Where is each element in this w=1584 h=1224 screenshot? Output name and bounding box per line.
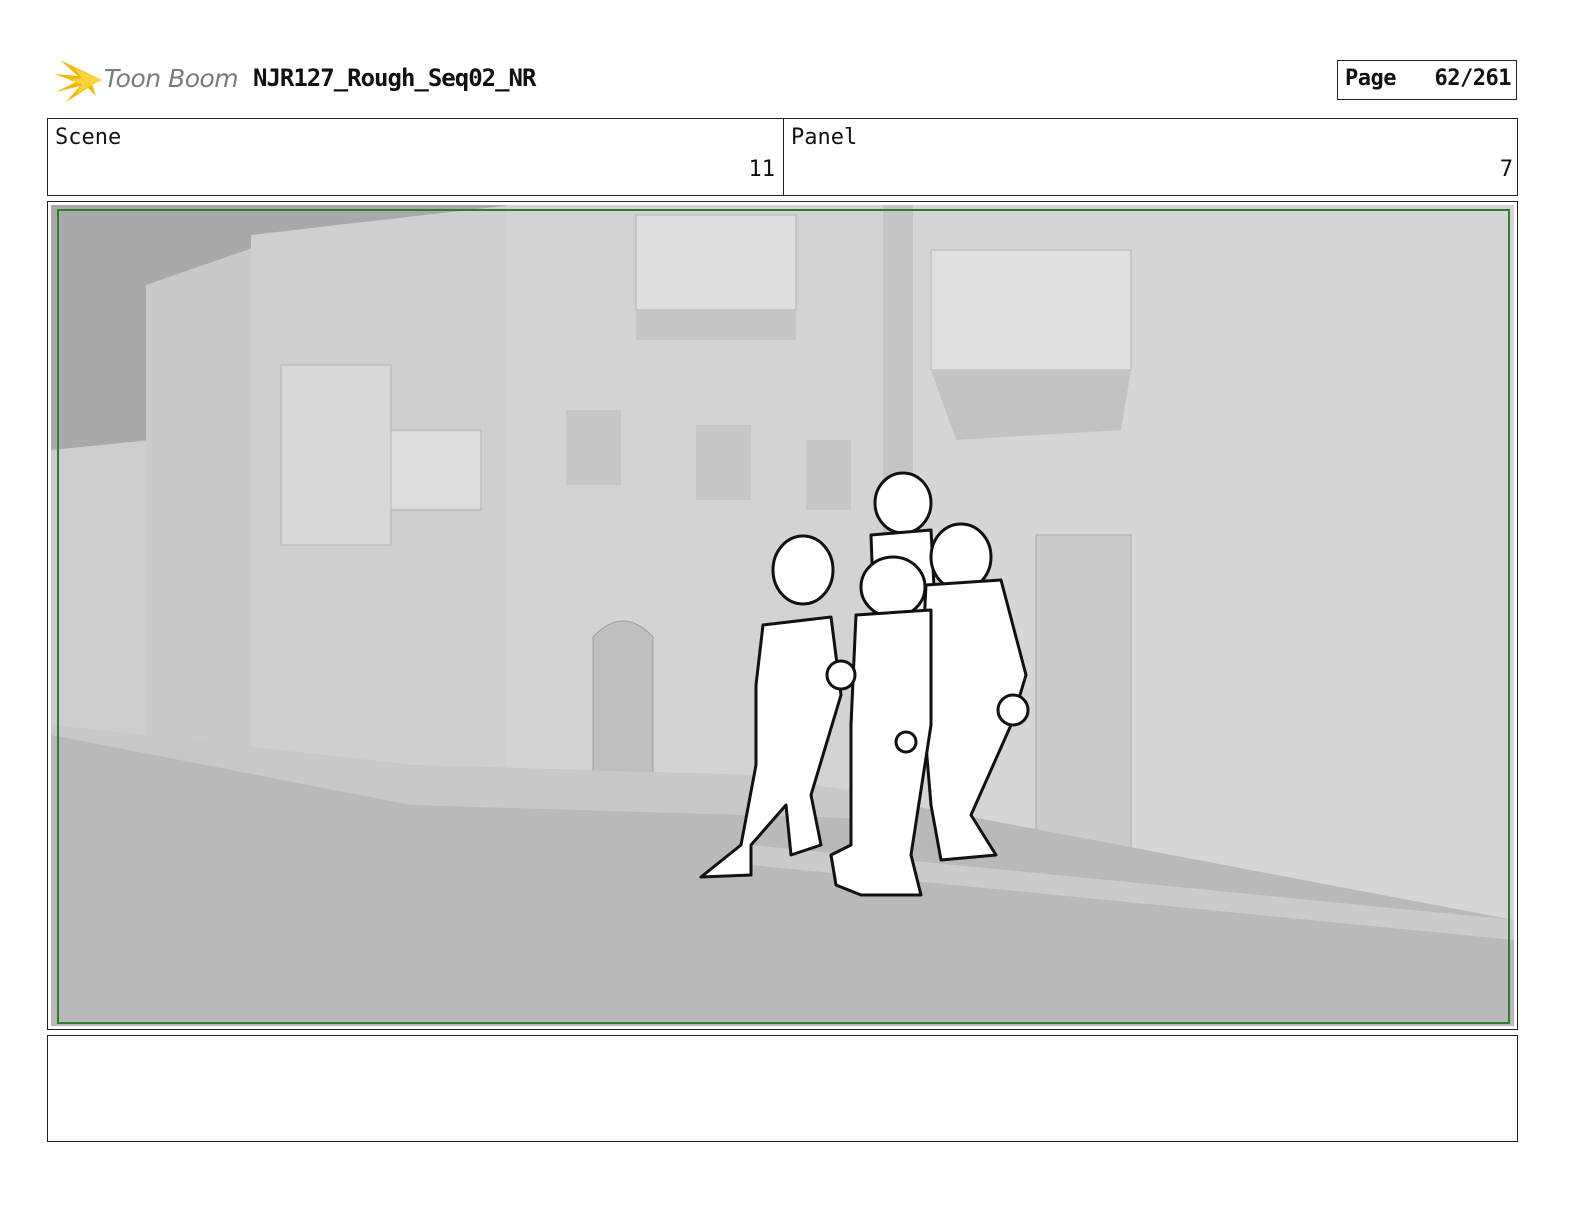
page-number: 62/261 bbox=[1434, 66, 1512, 91]
panel-notes bbox=[47, 1035, 1518, 1142]
scene-panel-info: Scene 11 Panel 7 bbox=[47, 118, 1518, 196]
info-divider bbox=[783, 119, 784, 195]
page-label: Page bbox=[1345, 66, 1396, 91]
project-title: NJR127_Rough_Seq02_NR bbox=[253, 64, 536, 92]
panel-label: Panel bbox=[791, 125, 858, 150]
storyboard-panel bbox=[47, 201, 1518, 1030]
scene-label: Scene bbox=[55, 125, 122, 150]
page-indicator: Page 62/261 bbox=[1337, 60, 1517, 100]
burst-icon bbox=[54, 60, 102, 102]
logo-wordmark: Toon Boom bbox=[104, 64, 239, 93]
scene-number: 11 bbox=[748, 157, 776, 182]
storyboard-drawing bbox=[51, 205, 1514, 1026]
panel-number: 7 bbox=[1499, 157, 1513, 182]
